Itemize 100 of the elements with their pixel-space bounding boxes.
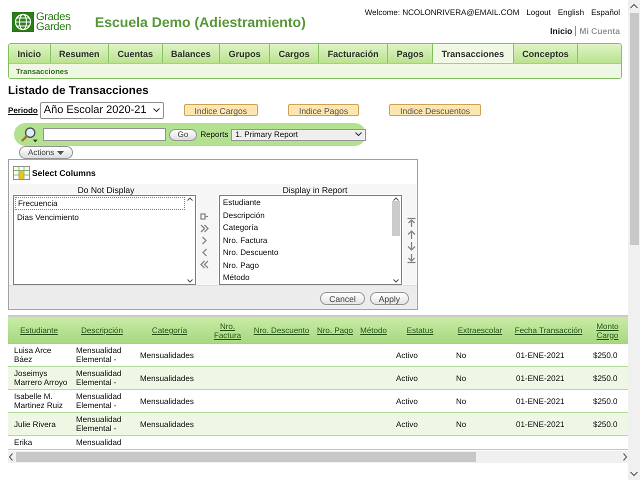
scroll-down-icon[interactable] — [393, 279, 399, 283]
search-field[interactable] — [43, 128, 166, 141]
column-header[interactable]: Extraescolar — [450, 326, 510, 335]
caret-icon — [354, 132, 362, 137]
table-cell-text: Mensualidad Elemental - — [75, 345, 122, 366]
move-down-icon[interactable] — [406, 241, 417, 252]
period-dropdown[interactable]: Año Escolar 2020-21 — [40, 102, 164, 118]
double-right-arrow-icon[interactable] — [199, 223, 210, 234]
index-button[interactable]: Indice Descuentos — [389, 104, 482, 116]
header-link[interactable]: Español — [591, 8, 620, 17]
report-dropdown[interactable]: 1. Primary Report — [231, 128, 366, 140]
table-cell-text: $250.0 — [592, 396, 618, 408]
column-header[interactable]: Monto Cargo — [587, 322, 628, 340]
go-button[interactable]: Go — [168, 128, 198, 140]
scroll-up-icon[interactable] — [393, 197, 399, 201]
table-cell-text: 01-ENE-2021 — [515, 372, 566, 384]
table-cell-text: Isabelle M. Martinez Ruiz — [13, 391, 64, 412]
list-item[interactable]: Categoría — [220, 222, 391, 234]
column-header[interactable]: Descripción — [70, 326, 134, 335]
index-button[interactable]: Indice Cargos — [184, 104, 258, 116]
table-cell-text: Julie Rivera — [13, 418, 57, 430]
column-header[interactable]: Nro. Pago — [313, 326, 357, 335]
column-header[interactable]: Nro. Factura — [205, 322, 250, 340]
table-cell-text: Mensualidad Elemental - — [75, 391, 122, 412]
table-cell-text: No — [455, 372, 468, 384]
list-scrollbar[interactable] — [185, 196, 196, 284]
table-cell-text: Activo — [395, 418, 419, 430]
logo-text: Grades — [36, 12, 71, 22]
list-item[interactable]: Método — [220, 272, 391, 284]
column-header[interactable]: Fecha Transacción — [510, 326, 587, 335]
table-cell-text: 01-ENE-2021 — [515, 418, 566, 430]
table-cell-text: Mensualidades — [139, 372, 195, 384]
header-link[interactable]: English — [558, 8, 584, 17]
reports-label: Reports — [200, 130, 228, 139]
logo-text: Garden — [36, 22, 71, 32]
list-item[interactable]: Frecuencia — [15, 197, 186, 210]
move-up-icon[interactable] — [406, 229, 417, 240]
welcome-text: Welcome: NCOLONRIVERA@EMAIL.COM — [364, 8, 520, 17]
panel-button[interactable]: Cancel — [320, 292, 365, 305]
panel-button[interactable]: Apply — [370, 292, 409, 305]
list-item[interactable]: Nro. Descuento — [220, 247, 391, 260]
search-icon[interactable] — [20, 126, 38, 144]
list-heading: Do Not Display — [76, 185, 136, 195]
list-scrollbar[interactable] — [391, 196, 401, 284]
table-cell-text: Mensualidades — [139, 418, 195, 430]
list-item[interactable]: Dias Vencimiento — [15, 212, 186, 224]
table-cell-text: Activo — [395, 396, 419, 408]
column-header[interactable]: Estudiante — [8, 326, 70, 335]
shown-columns-list[interactable]: Estudiante Descripción Categoría Nro. Factura Nro. Descuento Nro. Pago Método — [218, 195, 402, 285]
table-cell-text: Activo — [395, 372, 419, 384]
scroll-right-icon[interactable] — [622, 453, 628, 461]
double-left-arrow-icon[interactable] — [199, 259, 210, 270]
list-item[interactable]: Nro. Pago — [220, 260, 391, 272]
actions-button[interactable]: Actions — [19, 146, 74, 159]
nav-tab[interactable]: Transacciones — [433, 44, 514, 63]
table-cell-text: 01-ENE-2021 — [515, 396, 566, 408]
table-cell-text: Joseimys Marrero Arroyo — [13, 368, 68, 389]
scroll-left-icon[interactable] — [8, 453, 14, 461]
column-header[interactable]: Categoría — [134, 326, 205, 335]
scroll-down-icon[interactable] — [187, 279, 194, 283]
globe-logo-icon — [12, 12, 34, 32]
list-item[interactable]: Nro. Factura — [220, 234, 391, 247]
period-label[interactable]: Periodo — [8, 106, 38, 114]
table-icon — [13, 166, 30, 180]
hidden-columns-list[interactable]: Frecuencia Dias Vencimiento — [13, 195, 196, 285]
list-item[interactable]: Estudiante — [220, 197, 391, 210]
table-cell-text: Mensualidad Elemental - — [75, 414, 122, 435]
table-cell-text: Activo — [395, 350, 419, 362]
column-header[interactable]: Método — [357, 326, 390, 335]
caret-icon — [57, 150, 64, 154]
table-cell-text: Mensualidad — [75, 437, 122, 449]
table-cell-text: Luisa Arce Báez — [13, 345, 52, 366]
column-header[interactable]: Estatus — [390, 326, 450, 335]
school-title: Escuela Demo (Adiestramiento) — [94, 14, 306, 30]
table-cell-text: Mensualidades — [139, 396, 195, 408]
table-cell-text: $250.0 — [592, 418, 618, 430]
scroll-down-icon[interactable] — [630, 471, 638, 477]
index-button[interactable]: Indice Pagos — [288, 104, 360, 116]
table-cell-text: Mensualidad Elemental - — [75, 368, 122, 389]
header-link[interactable]: Logout — [526, 8, 551, 17]
table-cell-text: $250.0 — [592, 372, 618, 384]
move-bottom-icon[interactable] — [406, 253, 417, 264]
list-item[interactable]: Descripción — [220, 210, 391, 222]
table-cell-text: No — [455, 396, 468, 408]
horizontal-scrollbar[interactable] — [8, 451, 628, 463]
caret-icon — [152, 108, 160, 112]
table-cell-text: Mensualidades — [139, 350, 195, 362]
table-cell-text: No — [455, 350, 468, 362]
account-link[interactable]: Inicio — [550, 26, 572, 36]
table-cell-text: No — [455, 418, 468, 430]
table-cell-text: 01-ENE-2021 — [515, 350, 566, 362]
panel-title: Select Columns — [32, 168, 96, 178]
table-cell-text: Erika — [13, 437, 34, 449]
column-header[interactable]: Nro. Descuento — [250, 326, 313, 335]
move-icon[interactable] — [199, 211, 210, 222]
list-heading: Display in Report — [282, 185, 348, 195]
table-cell-text: $250.0 — [592, 350, 618, 362]
move-top-icon[interactable] — [406, 217, 417, 228]
scroll-up-icon[interactable] — [187, 197, 194, 201]
scroll-up-icon[interactable] — [630, 3, 638, 9]
